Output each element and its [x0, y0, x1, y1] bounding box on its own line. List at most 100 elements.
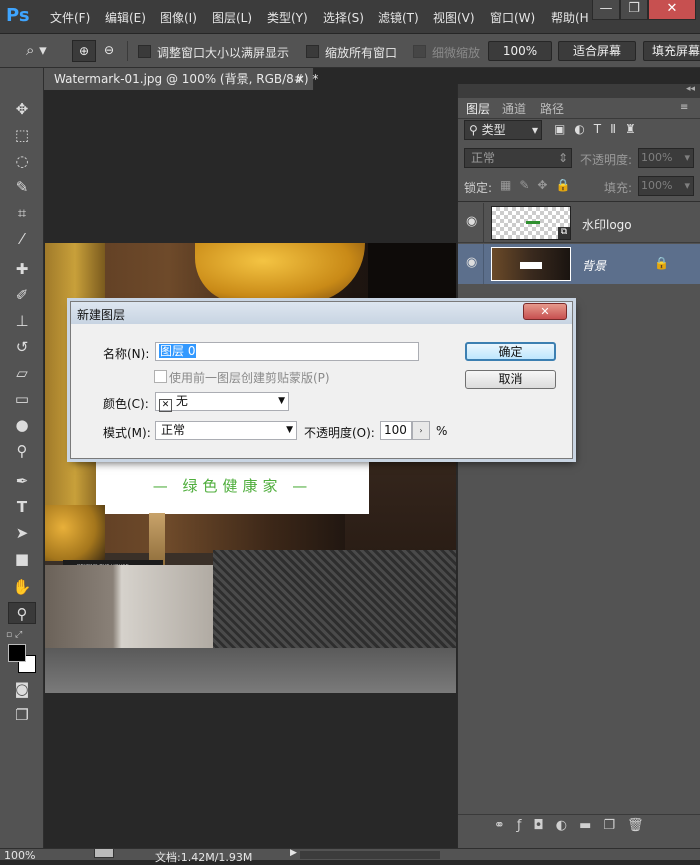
- gradient-tool-icon[interactable]: ▭: [8, 388, 36, 410]
- zoom-in-icon[interactable]: ⊕: [72, 40, 96, 62]
- panel-collapse-icon[interactable]: ◂◂: [458, 84, 700, 98]
- lock-icon: 🔒: [654, 256, 669, 270]
- panel-divider: [458, 201, 700, 202]
- status-doc-size: 文档:1.42M/1.93M: [155, 851, 253, 864]
- zoom-tool-preset-icon[interactable]: ⌕ ▾: [26, 41, 66, 61]
- opacity-field-value: 100%: [641, 151, 673, 164]
- lock-label: 锁定:: [464, 181, 493, 195]
- blur-tool-icon[interactable]: ●: [8, 414, 36, 436]
- quick-mask-icon[interactable]: ◙: [8, 678, 36, 700]
- color-select[interactable]: ✕ 无 ▼: [155, 392, 289, 412]
- clip-mask-label: 使用前一图层创建剪贴蒙版(P): [169, 371, 330, 385]
- zoom-tool-icon[interactable]: ⚲: [8, 602, 36, 624]
- close-document-icon[interactable]: ×: [295, 68, 305, 90]
- mode-select[interactable]: 正常 ▼: [155, 421, 297, 440]
- dialog-opacity-field[interactable]: 100: [380, 421, 412, 440]
- chevron-down-icon: ▼: [286, 425, 293, 435]
- layer-filter-select[interactable]: ⚲ 类型 ▾: [464, 120, 542, 140]
- resize-windows-label: 调整窗口大小以满屏显示: [157, 46, 290, 60]
- document-tab[interactable]: Watermark-01.jpg @ 100% (背景, RGB/8#) * ×: [44, 68, 318, 90]
- menu-image[interactable]: 图像(I): [160, 9, 197, 26]
- menu-bar: Ps 文件(F) 编辑(E) 图像(I) 图层(L) 类型(Y) 选择(S) 滤…: [0, 0, 700, 34]
- chevron-down-icon: ▾: [684, 179, 690, 192]
- opacity-field[interactable]: 100% ▾: [638, 148, 694, 168]
- fill-field-value: 100%: [641, 179, 673, 192]
- horizontal-scrollbar[interactable]: [300, 851, 440, 859]
- resize-windows-checkbox[interactable]: [138, 45, 151, 58]
- status-preview-icon[interactable]: [94, 848, 114, 858]
- opacity-unit: %: [436, 424, 448, 438]
- path-selection-tool-icon[interactable]: ➤: [8, 522, 36, 544]
- fruit-bowl: [45, 505, 105, 561]
- menu-file[interactable]: 文件(F): [50, 9, 90, 26]
- dodge-tool-icon[interactable]: ⚲: [8, 440, 36, 462]
- foreground-color-swatch[interactable]: [8, 644, 26, 662]
- opacity-slider-arrow-icon[interactable]: ›: [412, 421, 430, 440]
- clip-mask-checkbox[interactable]: [154, 370, 167, 383]
- eraser-tool-icon[interactable]: ▱: [8, 362, 36, 384]
- menu-layer[interactable]: 图层(L): [212, 9, 252, 26]
- close-window-button[interactable]: ✕: [648, 0, 696, 20]
- menu-help[interactable]: 帮助(H: [551, 9, 589, 26]
- cancel-button[interactable]: 取消: [465, 370, 556, 389]
- menu-view[interactable]: 视图(V): [433, 9, 475, 26]
- restore-button[interactable]: ❐: [620, 0, 648, 20]
- fill-screen-button[interactable]: 填充屏幕: [643, 41, 700, 61]
- chevron-down-icon: ▾: [684, 151, 690, 164]
- patterned-rug: [213, 550, 456, 650]
- status-zoom[interactable]: 100%: [4, 849, 35, 862]
- layer-row-background[interactable]: ◉ 背景 🔒: [458, 244, 700, 284]
- menu-window[interactable]: 窗口(W): [490, 9, 535, 26]
- mode-label: 模式(M):: [103, 426, 151, 440]
- status-menu-arrow-icon[interactable]: ▶: [290, 848, 297, 858]
- swap-colors-icon[interactable]: ▫ ⤢: [6, 630, 36, 640]
- history-brush-tool-icon[interactable]: ↺: [8, 336, 36, 358]
- clone-stamp-tool-icon[interactable]: ⊥: [8, 310, 36, 332]
- scrubby-zoom-label: 细微缩放: [432, 46, 481, 60]
- floor: [45, 648, 456, 693]
- scrubby-zoom-checkbox[interactable]: [413, 45, 426, 58]
- tab-paths[interactable]: 路径: [534, 100, 570, 118]
- hand-tool-icon[interactable]: ✋: [8, 576, 36, 598]
- pen-tool-icon[interactable]: ✒: [8, 470, 36, 492]
- zoom-out-icon[interactable]: ⊖: [98, 40, 120, 62]
- lock-icons[interactable]: ▦✎✥🔒: [500, 178, 578, 192]
- move-tool-icon[interactable]: ✥: [8, 98, 36, 120]
- layer-filter-icons[interactable]: ▣◐TⅡ♜: [554, 122, 694, 138]
- menu-select[interactable]: 选择(S): [323, 9, 364, 26]
- crop-tool-icon[interactable]: ⌗: [8, 202, 36, 224]
- name-field[interactable]: 图层 0: [155, 342, 419, 361]
- tab-channels[interactable]: 通道: [496, 100, 532, 118]
- menu-filter[interactable]: 滤镜(T): [378, 9, 419, 26]
- fit-screen-button[interactable]: 适合屏幕: [558, 41, 636, 61]
- fill-field[interactable]: 100% ▾: [638, 176, 694, 196]
- quick-selection-tool-icon[interactable]: ✎: [8, 176, 36, 198]
- brush-tool-icon[interactable]: ✐: [8, 284, 36, 306]
- zoom-all-checkbox[interactable]: [306, 45, 319, 58]
- dialog-titlebar[interactable]: 新建图层 ✕: [71, 302, 572, 324]
- menu-edit[interactable]: 编辑(E): [105, 9, 146, 26]
- panel-menu-icon[interactable]: ≡: [680, 102, 688, 113]
- ok-button[interactable]: 确定: [465, 342, 556, 361]
- eye-icon[interactable]: ◉: [466, 255, 477, 270]
- screen-mode-icon[interactable]: ❐: [8, 704, 36, 726]
- blend-mode-select[interactable]: 正常 ⇕: [464, 148, 572, 168]
- photoshop-logo: Ps: [6, 5, 30, 26]
- layer-row-watermark[interactable]: ◉ ⧉ 水印logo: [458, 203, 700, 243]
- eyedropper-tool-icon[interactable]: ⁄: [8, 228, 36, 250]
- type-tool-icon[interactable]: T: [8, 496, 36, 518]
- actual-pixels-button[interactable]: 100%: [488, 41, 552, 61]
- marquee-tool-icon[interactable]: ⬚: [8, 124, 36, 146]
- healing-brush-tool-icon[interactable]: ✚: [8, 258, 36, 280]
- lasso-tool-icon[interactable]: ◌: [8, 150, 36, 172]
- layer-actions-bar[interactable]: ⚭ƒ◘◐▬❐🗑: [458, 814, 700, 838]
- menu-type[interactable]: 类型(Y): [267, 9, 308, 26]
- layer-name-watermark[interactable]: 水印logo: [582, 216, 632, 233]
- dialog-close-button[interactable]: ✕: [523, 303, 567, 320]
- minimize-button[interactable]: —: [592, 0, 620, 20]
- rectangle-tool-icon[interactable]: ■: [8, 548, 36, 570]
- layer-name-background[interactable]: 背景: [582, 257, 606, 274]
- eye-icon[interactable]: ◉: [466, 214, 477, 229]
- tab-layers[interactable]: 图层: [460, 100, 497, 118]
- blend-mode-value: 正常: [471, 151, 496, 165]
